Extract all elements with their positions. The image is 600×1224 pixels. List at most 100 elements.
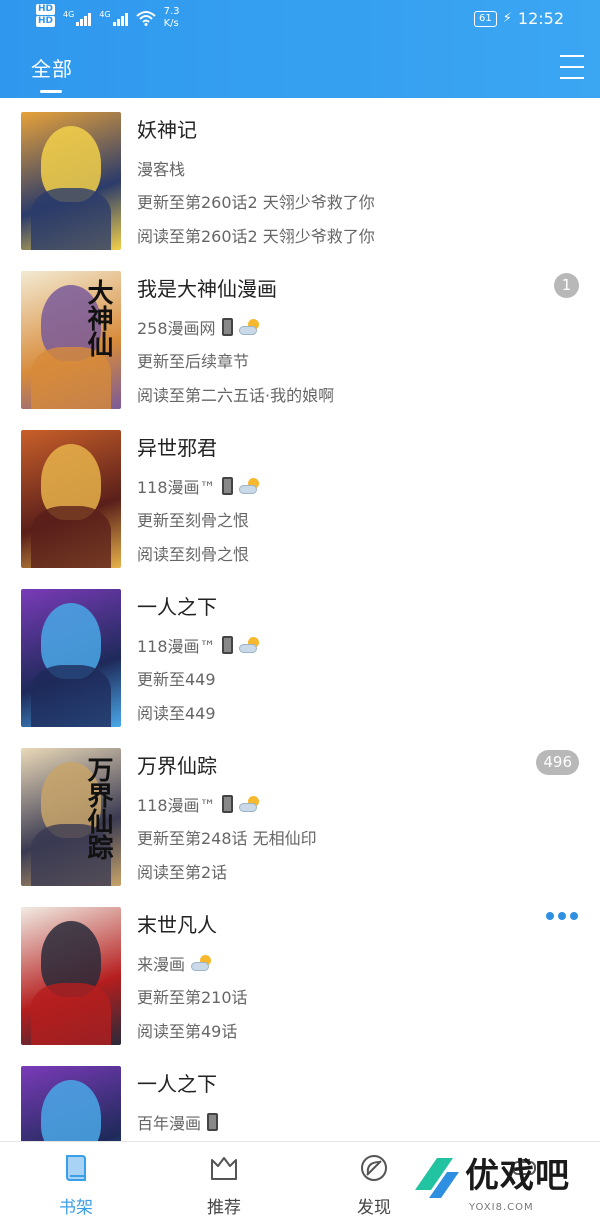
new-chapters-badge: 1 bbox=[554, 273, 579, 298]
wifi-icon bbox=[135, 11, 156, 26]
comic-latest-chapter: 更新至刻骨之恨 bbox=[137, 511, 250, 530]
comic-cover-image[interactable]: 万界仙踪 bbox=[21, 748, 121, 886]
comic-cover-image[interactable] bbox=[21, 112, 121, 250]
comic-read-progress: 阅读至第2话 bbox=[137, 863, 228, 882]
cloud-shape bbox=[238, 803, 257, 812]
leaf-compass-icon bbox=[361, 1155, 387, 1181]
comic-latest-chapter: 更新至449 bbox=[137, 670, 216, 689]
watermark-text: 优戏吧 bbox=[465, 1156, 570, 1196]
nav-label-recommend: 推荐 bbox=[207, 1198, 241, 1218]
comic-list-item[interactable]: 妖神记漫客栈更新至第260话2 天翎少爷救了你 阅读至第260话2 天翎少爷救了你 bbox=[0, 98, 600, 257]
network-speed: 7.3 K/s bbox=[164, 6, 180, 30]
cloud-sun-icon bbox=[238, 796, 261, 812]
more-options-icon[interactable] bbox=[546, 912, 578, 920]
comic-title[interactable]: 一人之下 bbox=[137, 591, 217, 620]
cover-title-text: 万界仙踪 bbox=[83, 756, 113, 860]
comic-list-item[interactable]: 大神仙 我是大神仙漫画 258漫画网 更新至后续章节 阅读至第二六五话·我的娘啊 1 bbox=[0, 257, 600, 416]
comic-title[interactable]: 末世凡人 bbox=[137, 909, 217, 938]
comic-title[interactable]: 万界仙踪 bbox=[137, 750, 217, 779]
cloud-sun-icon bbox=[238, 319, 261, 335]
comic-source: 漫客栈 bbox=[137, 156, 185, 180]
comic-source-name: 118漫画™ bbox=[137, 478, 216, 497]
comic-cover-image[interactable] bbox=[21, 589, 121, 727]
comic-source: 118漫画™ bbox=[137, 792, 261, 816]
comic-list-item[interactable]: 万界仙踪 万界仙踪 118漫画™ 更新至第248话 无相仙印 阅读至第2话 496 bbox=[0, 734, 600, 893]
cover-art-body bbox=[31, 505, 111, 568]
comic-read-progress: 阅读至第260话2 天翎少爷救了你 bbox=[137, 227, 375, 246]
hd-badge-1: HD bbox=[36, 4, 56, 15]
cover-art-body bbox=[31, 664, 111, 727]
comic-list-item[interactable]: 末世凡人来漫画更新至第210话 阅读至第49话 bbox=[0, 893, 600, 1052]
comic-read-progress: 阅读至刻骨之恨 bbox=[137, 545, 250, 564]
phone-icon bbox=[221, 477, 233, 495]
status-right: 61 ⚡ 12:52 bbox=[474, 9, 564, 28]
comic-cover-image[interactable] bbox=[21, 430, 121, 568]
site-watermark: 优戏吧 YOXI8.COM bbox=[407, 1146, 592, 1218]
status-bar: HD HD 4G 4G 7.3 K/s 61 ⚡ 12:52 bbox=[0, 0, 600, 38]
comic-list-item[interactable]: 一人之下 百年漫画 bbox=[0, 1052, 600, 1141]
clock: 12:52 bbox=[517, 9, 564, 28]
cloud-sun-icon bbox=[238, 637, 261, 653]
phone-icon bbox=[207, 1113, 219, 1131]
new-chapters-badge: 496 bbox=[536, 750, 579, 775]
cover-title-text: 大神仙 bbox=[83, 279, 113, 357]
crown-icon bbox=[211, 1157, 237, 1180]
comic-title[interactable]: 妖神记 bbox=[137, 114, 197, 143]
tab-all[interactable]: 全部 bbox=[31, 53, 73, 82]
hamburger-menu-icon[interactable] bbox=[560, 55, 584, 79]
comic-latest-chapter: 更新至第210话 bbox=[137, 988, 248, 1007]
comic-cover-image[interactable] bbox=[21, 1066, 121, 1141]
comic-source: 118漫画™ bbox=[137, 633, 261, 657]
comic-read-progress: 阅读至第49话 bbox=[137, 1022, 238, 1041]
speed-value: 7.3 bbox=[163, 6, 180, 17]
comic-source: 来漫画 bbox=[137, 951, 213, 975]
nav-item-bookshelf[interactable]: 书架 bbox=[16, 1142, 136, 1224]
cover-art-figure bbox=[41, 1079, 101, 1141]
phone-icon bbox=[221, 318, 233, 336]
comic-source-name: 118漫画™ bbox=[137, 637, 216, 656]
cloud-shape bbox=[238, 644, 257, 653]
speed-unit: K/s bbox=[163, 18, 179, 29]
comic-source-name: 百年漫画 bbox=[137, 1114, 202, 1133]
bookshelf-icon bbox=[66, 1155, 86, 1181]
battery-icon: 61 bbox=[474, 10, 497, 27]
cover-art-body bbox=[31, 187, 111, 250]
comic-source-name: 来漫画 bbox=[137, 955, 186, 974]
nav-label-bookshelf: 书架 bbox=[59, 1198, 93, 1218]
comic-source: 258漫画网 bbox=[137, 315, 261, 339]
phone-icon bbox=[221, 795, 233, 813]
watermark-logo-icon bbox=[415, 1158, 459, 1198]
more-dot bbox=[546, 912, 554, 920]
nav-item-recommend[interactable]: 推荐 bbox=[164, 1142, 284, 1224]
comic-cover-image[interactable] bbox=[21, 907, 121, 1045]
tab-indicator bbox=[40, 90, 62, 93]
more-dot bbox=[558, 912, 566, 920]
comic-cover-image[interactable]: 大神仙 bbox=[21, 271, 121, 409]
cloud-sun-icon bbox=[238, 478, 261, 494]
comic-title[interactable]: 我是大神仙漫画 bbox=[137, 273, 277, 302]
cloud-shape bbox=[238, 485, 257, 494]
hd-badge-2: HD bbox=[36, 16, 56, 27]
cloud-shape bbox=[238, 326, 257, 335]
watermark-subtext: YOXI8.COM bbox=[469, 1202, 534, 1213]
comic-title[interactable]: 异世邪君 bbox=[137, 432, 217, 461]
comic-list-item[interactable]: 异世邪君 118漫画™ 更新至刻骨之恨 阅读至刻骨之恨 bbox=[0, 416, 600, 575]
app-header: HD HD 4G 4G 7.3 K/s 61 ⚡ 12:52 全部 bbox=[0, 0, 600, 98]
comic-read-progress: 阅读至第二六五话·我的娘啊 bbox=[137, 386, 335, 405]
network-label-2: 4G bbox=[99, 10, 111, 19]
cover-art-body bbox=[31, 982, 111, 1045]
status-left: HD HD 4G 4G 7.3 K/s bbox=[36, 4, 180, 30]
comic-source-name: 漫客栈 bbox=[137, 160, 186, 179]
comic-latest-chapter: 更新至第260话2 天翎少爷救了你 bbox=[137, 193, 375, 212]
bookshelf-list[interactable]: 妖神记漫客栈更新至第260话2 天翎少爷救了你 阅读至第260话2 天翎少爷救了你… bbox=[0, 98, 600, 1141]
signal-icon-2 bbox=[112, 10, 128, 26]
phone-icon bbox=[221, 636, 233, 654]
charging-icon: ⚡ bbox=[502, 11, 512, 26]
comic-source-name: 258漫画网 bbox=[137, 319, 216, 338]
hd-badges: HD HD bbox=[36, 4, 56, 27]
comic-latest-chapter: 更新至第248话 无相仙印 bbox=[137, 829, 317, 848]
comic-title[interactable]: 一人之下 bbox=[137, 1068, 217, 1097]
comic-list-item[interactable]: 一人之下 118漫画™ 更新至449 阅读至449 bbox=[0, 575, 600, 734]
network-label-1: 4G bbox=[63, 10, 75, 19]
more-dot bbox=[570, 912, 578, 920]
